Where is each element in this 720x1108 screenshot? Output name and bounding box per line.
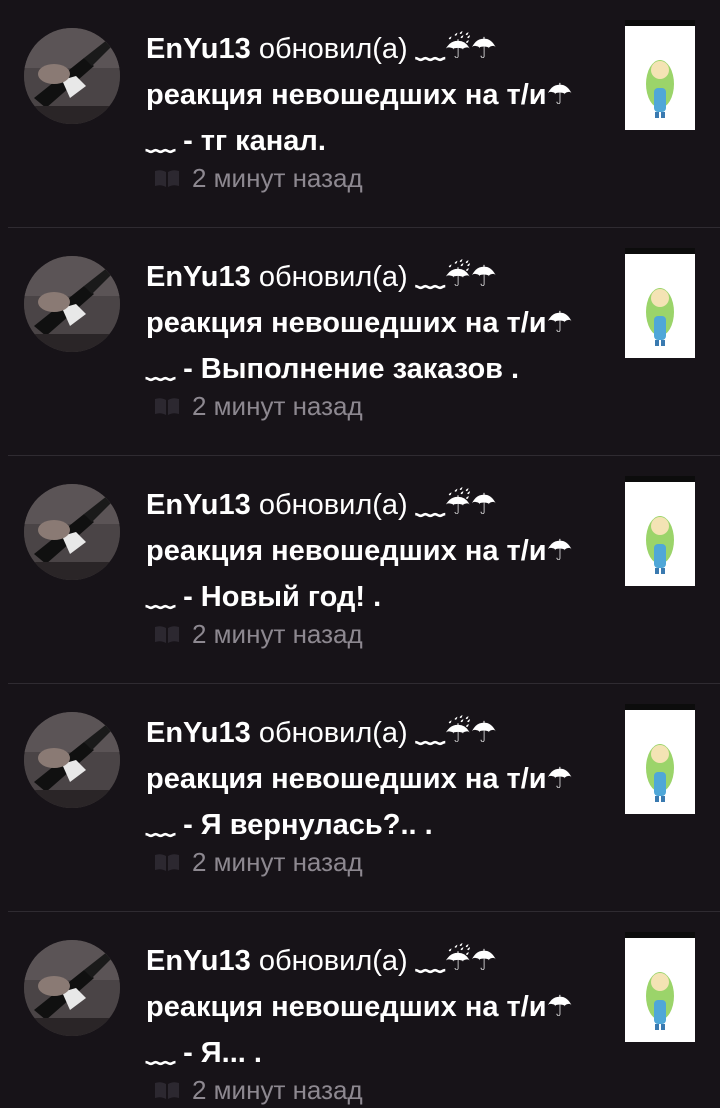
chapter-title[interactable]: - Я вернулась?.. .: [183, 809, 433, 841]
avatar[interactable]: [24, 28, 120, 124]
timestamp-row: 2 минут назад: [146, 842, 363, 882]
action-text: обновил(а): [258, 261, 408, 293]
feed-item[interactable]: EnYu13 обновил(а) ﹏☔︎☂︎ реакция невошедш…: [0, 684, 720, 912]
timestamp-row: 2 минут назад: [146, 158, 363, 198]
book-icon: [154, 624, 180, 644]
update-text[interactable]: EnYu13 обновил(а) ﹏☔︎☂︎ реакция невошедш…: [146, 938, 604, 1076]
action-text: обновил(а): [258, 489, 408, 521]
feed-item[interactable]: EnYu13 обновил(а) ﹏☔︎☂︎ реакция невошедш…: [0, 0, 720, 228]
chapter-title[interactable]: - Новый год! .: [183, 581, 381, 613]
author-name[interactable]: EnYu13: [146, 717, 251, 749]
story-cover-thumbnail[interactable]: [625, 932, 695, 1042]
author-name[interactable]: EnYu13: [146, 33, 251, 65]
avatar[interactable]: [24, 940, 120, 1036]
feed-item[interactable]: EnYu13 обновил(а) ﹏☔︎☂︎ реакция невошедш…: [0, 228, 720, 456]
story-cover-thumbnail[interactable]: [625, 248, 695, 358]
chapter-title[interactable]: - Я... .: [183, 1037, 262, 1069]
story-cover-thumbnail[interactable]: [625, 476, 695, 586]
timestamp-row: 2 минут назад: [146, 614, 363, 654]
timestamp: 2 минут назад: [192, 162, 363, 193]
action-text: обновил(а): [258, 945, 408, 977]
chapter-title[interactable]: - Выполнение заказов .: [183, 353, 519, 385]
feed-item[interactable]: EnYu13 обновил(а) ﹏☔︎☂︎ реакция невошедш…: [0, 912, 720, 1108]
update-text[interactable]: EnYu13 обновил(а) ﹏☔︎☂︎ реакция невошедш…: [146, 26, 604, 164]
timestamp-row: 2 минут назад: [146, 386, 363, 426]
timestamp: 2 минут назад: [192, 390, 363, 421]
update-text[interactable]: EnYu13 обновил(а) ﹏☔︎☂︎ реакция невошедш…: [146, 482, 604, 620]
timestamp: 2 минут назад: [192, 846, 363, 877]
avatar[interactable]: [24, 712, 120, 808]
author-name[interactable]: EnYu13: [146, 261, 251, 293]
update-text[interactable]: EnYu13 обновил(а) ﹏☔︎☂︎ реакция невошедш…: [146, 710, 604, 848]
story-cover-thumbnail[interactable]: [625, 704, 695, 814]
action-text: обновил(а): [258, 33, 408, 65]
author-name[interactable]: EnYu13: [146, 489, 251, 521]
book-icon: [154, 168, 180, 188]
chapter-title[interactable]: - тг канал.: [183, 125, 326, 157]
timestamp: 2 минут назад: [192, 1074, 363, 1105]
book-icon: [154, 852, 180, 872]
feed-item[interactable]: EnYu13 обновил(а) ﹏☔︎☂︎ реакция невошедш…: [0, 456, 720, 684]
avatar[interactable]: [24, 484, 120, 580]
avatar[interactable]: [24, 256, 120, 352]
book-icon: [154, 396, 180, 416]
timestamp: 2 минут назад: [192, 618, 363, 649]
update-feed: EnYu13 обновил(а) ﹏☔︎☂︎ реакция невошедш…: [0, 0, 720, 1108]
update-text[interactable]: EnYu13 обновил(а) ﹏☔︎☂︎ реакция невошедш…: [146, 254, 604, 392]
author-name[interactable]: EnYu13: [146, 945, 251, 977]
story-cover-thumbnail[interactable]: [625, 20, 695, 130]
timestamp-row: 2 минут назад: [146, 1070, 363, 1108]
action-text: обновил(а): [258, 717, 408, 749]
book-icon: [154, 1080, 180, 1100]
